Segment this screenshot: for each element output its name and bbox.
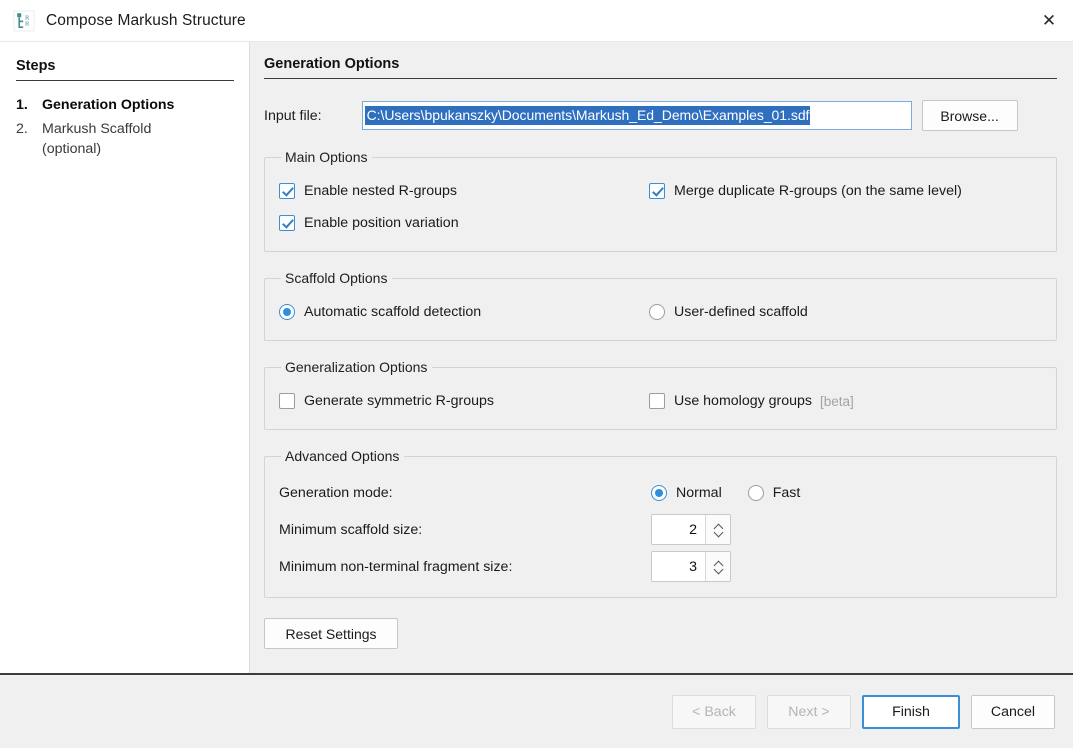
steps-sidebar: Steps 1. Generation Options 2. Markush S… [0,42,250,673]
svg-text:R: R [25,20,30,27]
dialog-window: R R Compose Markush Structure ✕ Steps 1.… [0,0,1073,748]
main-options-group: Main Options Enable nested R-groups Merg… [264,149,1057,252]
markush-tree-icon: R R [12,9,36,33]
label-generation-mode-fast: Fast [773,485,801,501]
radio-automatic-scaffold-detection[interactable] [279,304,295,320]
checkbox-merge-duplicate-rgroups[interactable] [649,183,665,199]
spinner-min-fragment-size[interactable]: 3 [651,551,731,582]
checkbox-row-generate-symmetric-rgroups[interactable]: Generate symmetric R-groups [279,385,649,417]
spinner-value-min-fragment-size[interactable]: 3 [652,552,705,581]
beta-badge: [beta] [820,394,854,409]
main-options-legend: Main Options [281,149,372,165]
checkbox-use-homology-groups[interactable] [649,393,665,409]
input-file-row: Input file: C:\Users\bpukanszky\Document… [264,100,1057,131]
steps-heading: Steps [16,58,234,81]
spinner-buttons-min-scaffold-size[interactable] [705,515,730,544]
label-automatic-scaffold-detection: Automatic scaffold detection [304,304,481,320]
generation-mode-row: Generation mode: Normal Fast [279,474,1042,511]
label-merge-duplicate-rgroups: Merge duplicate R-groups (on the same le… [674,183,962,199]
radio-generation-mode-normal[interactable] [651,485,667,501]
dialog-footer: < Back Next > Finish Cancel [0,673,1073,748]
step-number-2: 2. [16,119,42,160]
sidebar-item-markush-scaffold[interactable]: 2. Markush Scaffold (optional) [16,119,249,160]
label-use-homology-groups: Use homology groups [674,393,812,409]
input-file-field[interactable]: C:\Users\bpukanszky\Documents\Markush_Ed… [362,101,912,130]
advanced-options-group: Advanced Options Generation mode: Normal… [264,448,1057,598]
window-title: Compose Markush Structure [46,12,246,30]
step-label-1: Generation Options [42,95,174,116]
checkbox-enable-position-variation[interactable] [279,215,295,231]
checkbox-row-merge-duplicate-rgroups[interactable]: Merge duplicate R-groups (on the same le… [649,175,1029,207]
step-number-1: 1. [16,95,42,116]
spinner-buttons-min-fragment-size[interactable] [705,552,730,581]
checkbox-row-enable-position-variation[interactable]: Enable position variation [279,207,649,239]
radio-row-generation-mode-fast[interactable]: Fast [748,485,801,501]
label-generate-symmetric-rgroups: Generate symmetric R-groups [304,393,494,409]
input-file-label: Input file: [264,108,322,124]
checkbox-enable-nested-rgroups[interactable] [279,183,295,199]
dialog-body: Steps 1. Generation Options 2. Markush S… [0,42,1073,673]
label-enable-position-variation: Enable position variation [304,215,459,231]
steps-list: 1. Generation Options 2. Markush Scaffol… [16,95,249,160]
label-min-fragment-size: Minimum non-terminal fragment size: [279,559,651,575]
title-bar: R R Compose Markush Structure ✕ [0,0,1073,42]
min-scaffold-size-row: Minimum scaffold size: 2 [279,511,1042,548]
label-user-defined-scaffold: User-defined scaffold [674,304,808,320]
radio-row-generation-mode-normal[interactable]: Normal [651,485,722,501]
generalization-options-legend: Generalization Options [281,359,432,375]
cancel-button[interactable]: Cancel [971,695,1055,729]
advanced-options-legend: Advanced Options [281,448,404,464]
radio-generation-mode-fast[interactable] [748,485,764,501]
chevron-down-icon[interactable] [714,567,723,573]
input-file-value: C:\Users\bpukanszky\Documents\Markush_Ed… [365,106,811,125]
sidebar-item-generation-options[interactable]: 1. Generation Options [16,95,249,116]
radio-user-defined-scaffold[interactable] [649,304,665,320]
scaffold-options-legend: Scaffold Options [281,270,392,286]
scaffold-options-group: Scaffold Options Automatic scaffold dete… [264,270,1057,341]
min-fragment-size-row: Minimum non-terminal fragment size: 3 [279,548,1042,585]
label-enable-nested-rgroups: Enable nested R-groups [304,183,457,199]
page-title: Generation Options [264,56,1057,79]
spinner-min-scaffold-size[interactable]: 2 [651,514,731,545]
label-generation-mode: Generation mode: [279,485,651,501]
back-button[interactable]: < Back [672,695,756,729]
radio-row-automatic-scaffold-detection[interactable]: Automatic scaffold detection [279,296,649,328]
checkbox-row-enable-nested-rgroups[interactable]: Enable nested R-groups [279,175,649,207]
generalization-options-group: Generalization Options Generate symmetri… [264,359,1057,430]
main-content: Generation Options Input file: C:\Users\… [250,42,1073,673]
reset-settings-button[interactable]: Reset Settings [264,618,398,649]
radio-row-user-defined-scaffold[interactable]: User-defined scaffold [649,296,1029,328]
close-icon: ✕ [1042,13,1056,30]
next-button[interactable]: Next > [767,695,851,729]
close-button[interactable]: ✕ [1025,0,1073,42]
label-generation-mode-normal: Normal [676,485,722,501]
checkbox-row-use-homology-groups[interactable]: Use homology groups [beta] [649,385,1029,417]
checkbox-generate-symmetric-rgroups[interactable] [279,393,295,409]
step-label-2: Markush Scaffold (optional) [42,119,192,160]
finish-button[interactable]: Finish [862,695,960,729]
label-min-scaffold-size: Minimum scaffold size: [279,522,651,538]
spinner-value-min-scaffold-size[interactable]: 2 [652,515,705,544]
chevron-down-icon[interactable] [714,530,723,536]
browse-button[interactable]: Browse... [922,100,1018,131]
